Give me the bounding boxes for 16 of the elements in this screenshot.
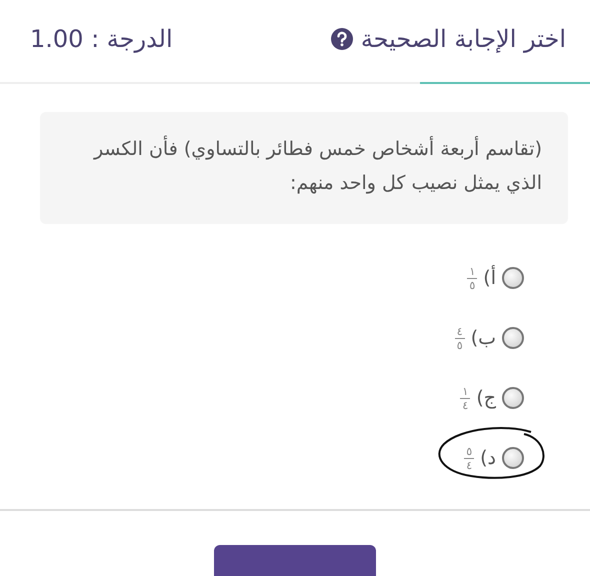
score-label: الدرجة : 1.00 — [30, 25, 173, 53]
fraction: ٤ ٥ — [454, 324, 465, 352]
question-text: (تقاسم أربعة أشخاص خمس فطائر بالتساوي) فأن الكسر الذي يمثل نصيب كل واحد منهم: — [40, 112, 568, 224]
page-title: اختر الإجابة الصحيحة — [360, 25, 566, 53]
radio-button[interactable] — [502, 327, 524, 349]
radio-button[interactable] — [502, 267, 524, 289]
fraction: ١ ٤ — [460, 384, 470, 412]
option-label: ج) — [476, 387, 496, 409]
radio-button[interactable] — [502, 387, 524, 409]
option-label: د) — [480, 447, 496, 469]
fraction: ١ ٥ — [467, 264, 478, 292]
radio-button[interactable] — [502, 447, 524, 469]
fraction: ٥ ٤ — [464, 444, 474, 472]
option-label: أ) — [483, 267, 496, 289]
help-icon[interactable] — [330, 28, 353, 50]
option-label: ب) — [470, 327, 496, 349]
